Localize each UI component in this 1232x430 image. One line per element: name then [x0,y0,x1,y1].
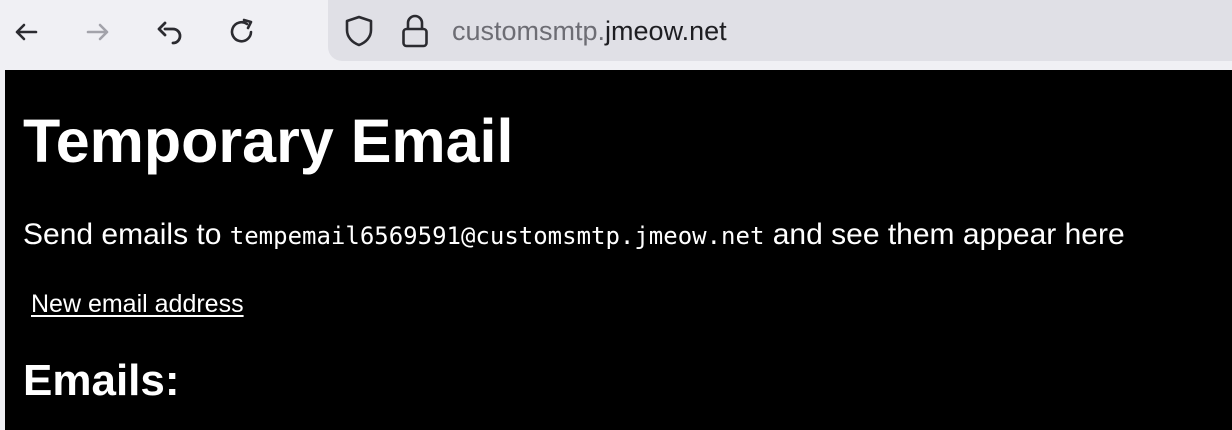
back-button[interactable] [4,10,48,54]
email-address: tempemail6569591@customsmtp.jmeow.net [229,222,765,250]
url-subdomain: customsmtp. [452,16,606,46]
intro-text: Send emails to tempemail6569591@customsm… [23,218,1125,253]
url-bar[interactable]: customsmtp.jmeow.net [328,0,1232,61]
page-content: Temporary Email Send emails to tempemail… [5,70,1232,430]
shield-icon[interactable] [342,14,376,48]
emails-heading: Emails: [23,356,180,405]
back-arrow-icon [15,23,38,41]
intro-suffix: and see them appear here [764,218,1125,251]
undo-button[interactable] [148,10,192,54]
forward-arrow-icon [86,23,109,41]
reload-button[interactable] [220,10,264,54]
lock-icon[interactable] [400,13,430,49]
url-domain: jmeow.net [605,16,727,46]
forward-button[interactable] [76,10,120,54]
reload-icon [230,18,253,43]
new-email-address-link[interactable]: New email address [31,289,244,319]
undo-icon [157,21,182,45]
browser-toolbar: customsmtp.jmeow.net [0,0,1232,64]
page-title: Temporary Email [23,107,514,175]
url-text[interactable]: customsmtp.jmeow.net [452,15,727,47]
intro-prefix: Send emails to [23,218,230,251]
